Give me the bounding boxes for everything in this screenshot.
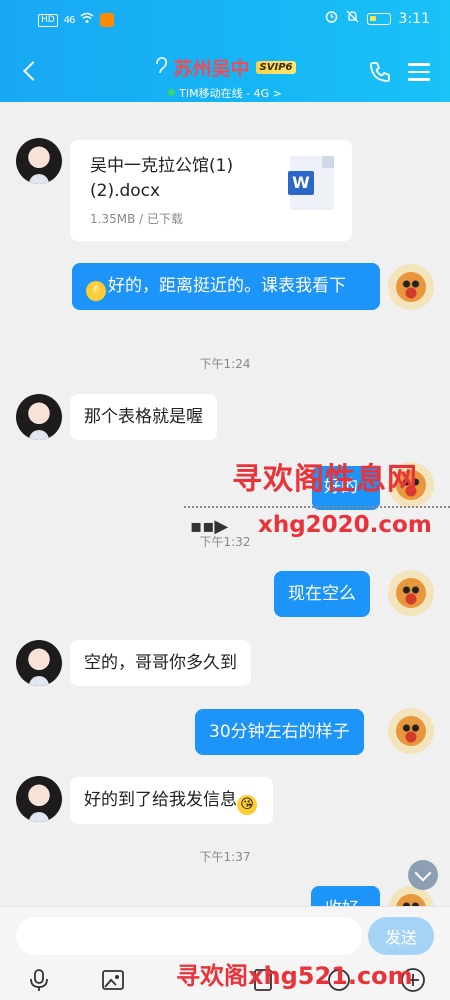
image-icon[interactable] [100,967,126,993]
ear-icon [154,56,168,79]
online-dot-icon [168,89,176,96]
wifi-icon [80,12,94,28]
message-bubble-out[interactable]: 30分钟左右的样子 [195,709,364,755]
file-message[interactable]: 吴中一克拉公馆(1)(2).docx 1.35MB / 已下载 W [70,140,352,241]
plus-icon[interactable] [400,967,426,993]
victory-hand-emoji-icon: ✌ [86,281,106,301]
input-bar: 发送 [0,906,450,1000]
time-divider: 下午1:32 [199,535,251,549]
battery-icon [366,12,391,25]
svip-badge: SVIP6 [255,61,297,74]
message-bubble-out[interactable]: 现在空么 [274,571,370,617]
message-list[interactable]: 吴中一克拉公馆(1)(2).docx 1.35MB / 已下载 W ✌ 好的，距离… [0,102,450,906]
online-status[interactable]: TIM移动在线 - 4G > [168,85,282,101]
message-input[interactable] [16,917,362,955]
message-bubble-in[interactable]: 那个表格就是喔 [70,394,217,440]
contact-avatar[interactable] [16,776,62,822]
scroll-to-bottom-button[interactable] [408,860,438,890]
message-bubble-in[interactable]: 好的到了给我发信息 😘 [70,777,273,824]
alarm-icon [325,10,338,27]
hd-icon: HD [38,13,58,27]
contact-avatar[interactable] [16,394,62,440]
message-bubble-in[interactable]: 空的，哥哥你多久到 [70,640,251,686]
send-button[interactable]: 发送 [368,917,434,955]
emoji-icon[interactable] [326,967,352,993]
file-name: 吴中一克拉公馆(1)(2).docx [90,156,234,201]
phone-icon[interactable] [368,60,392,84]
page-title: 苏州吴中 [173,58,250,80]
contact-avatar[interactable] [16,138,62,184]
time-divider: 下午1:37 [199,850,251,864]
mute-icon [346,10,359,27]
menu-icon[interactable] [408,63,430,81]
file-icon[interactable] [250,967,276,993]
file-meta: 1.35MB / 已下载 [90,212,183,226]
kiss-emoji-icon: 😘 [237,795,257,815]
self-avatar[interactable] [388,264,434,310]
word-document-icon: W [288,156,334,210]
microphone-icon[interactable] [26,967,52,993]
weibo-icon [100,13,115,27]
message-bubble-out[interactable]: ✌ 好的，距离挺近的。课表我看下 [72,263,380,310]
watermark-divider [184,506,450,514]
contact-avatar[interactable] [16,640,62,686]
chat-header: HD 46 3:11 苏州吴中 SVIP6 TIM移动在线 - 4G > [0,0,450,102]
self-avatar[interactable] [388,462,434,508]
self-avatar[interactable] [388,708,434,754]
self-avatar[interactable] [388,570,434,616]
time-divider: 下午1:24 [199,357,251,371]
message-bubble-out[interactable]: 收好 [311,886,380,906]
message-bubble-out[interactable]: 好的 [312,466,380,510]
clock: 3:11 [398,10,430,27]
signal-icon: 46 [63,14,76,26]
status-bar: HD 46 3:11 [0,10,450,34]
